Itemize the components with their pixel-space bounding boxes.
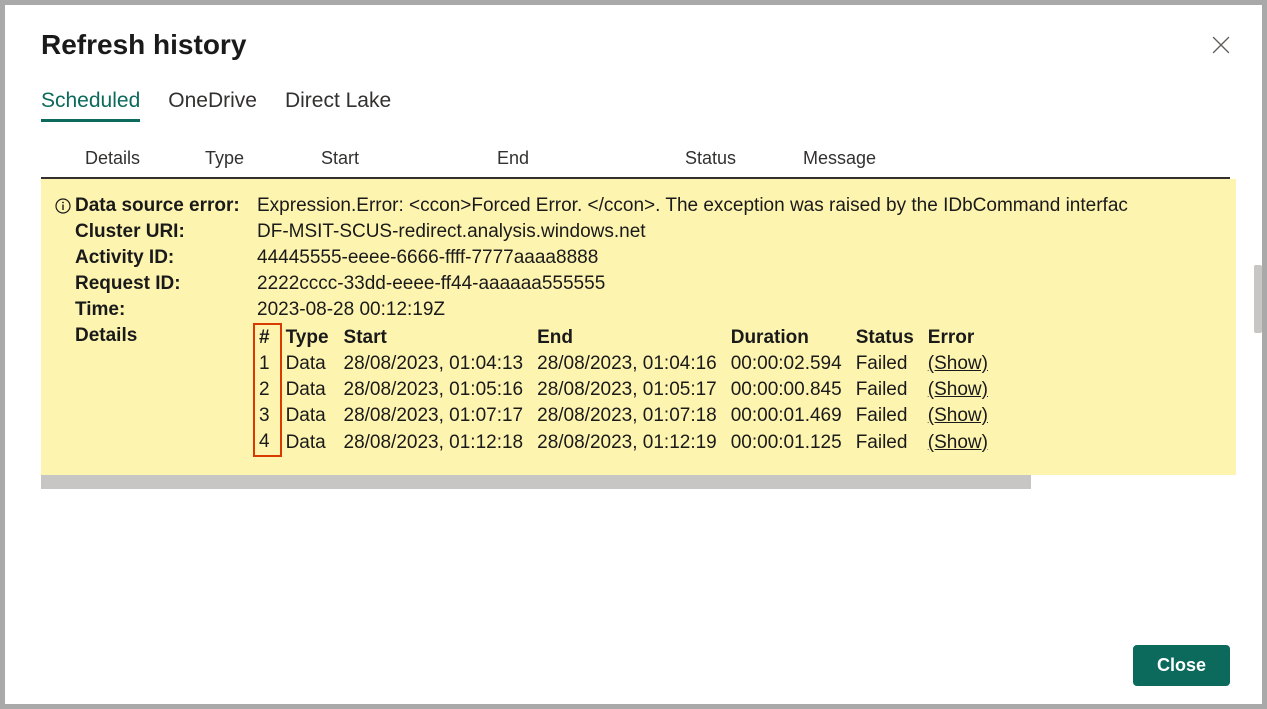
column-headers: Details Type Start End Status Message <box>41 122 1230 179</box>
tabs: Scheduled OneDrive Direct Lake <box>5 69 1262 122</box>
tab-onedrive[interactable]: OneDrive <box>168 89 257 122</box>
tab-directlake[interactable]: Direct Lake <box>285 89 391 122</box>
dialog-footer: Close <box>1133 645 1230 686</box>
cell-end: 28/08/2023, 01:07:18 <box>533 403 727 429</box>
cell-num: 4 <box>254 429 281 456</box>
value-data-source-error: Expression.Error: <ccon>Forced Error. </… <box>257 195 1236 217</box>
col-type: Type <box>205 148 321 169</box>
tab-scheduled[interactable]: Scheduled <box>41 89 140 122</box>
cell-type: Data <box>281 351 340 377</box>
label-data-source-error: Data source error: <box>75 195 257 217</box>
cell-duration: 00:00:01.469 <box>727 403 852 429</box>
cell-start: 28/08/2023, 01:05:16 <box>340 377 534 403</box>
label-activity-id: Activity ID: <box>75 247 257 269</box>
col-details: Details <box>85 148 205 169</box>
label-details: Details <box>75 325 257 347</box>
col-status: Status <box>685 148 803 169</box>
cell-start: 28/08/2023, 01:12:18 <box>340 429 534 456</box>
cell-end: 28/08/2023, 01:05:17 <box>533 377 727 403</box>
cell-type: Data <box>281 377 340 403</box>
info-icon <box>51 195 75 217</box>
cell-type: Data <box>281 403 340 429</box>
show-link[interactable]: (Show) <box>928 379 988 400</box>
table-row: 4 Data 28/08/2023, 01:12:18 28/08/2023, … <box>254 429 998 456</box>
th-type: Type <box>281 324 340 351</box>
th-start: Start <box>340 324 534 351</box>
cell-end: 28/08/2023, 01:12:19 <box>533 429 727 456</box>
cell-duration: 00:00:00.845 <box>727 377 852 403</box>
th-num: # <box>254 324 281 351</box>
th-duration: Duration <box>727 324 852 351</box>
cell-status: Failed <box>852 429 924 456</box>
col-message: Message <box>803 148 1230 169</box>
details-header-row: # Type Start End Duration Status Error <box>254 324 998 351</box>
show-link[interactable]: (Show) <box>928 405 988 426</box>
th-status: Status <box>852 324 924 351</box>
col-start: Start <box>321 148 497 169</box>
dialog-title: Refresh history <box>41 29 246 61</box>
cell-num: 3 <box>254 403 281 429</box>
cell-status: Failed <box>852 403 924 429</box>
table-row: 1 Data 28/08/2023, 01:04:13 28/08/2023, … <box>254 351 998 377</box>
dialog-header: Refresh history <box>5 29 1262 69</box>
label-time: Time: <box>75 299 257 321</box>
value-time: 2023-08-28 00:12:19Z <box>257 299 1236 321</box>
col-end: End <box>497 148 685 169</box>
th-end: End <box>533 324 727 351</box>
error-panel: Data source error: Expression.Error: <cc… <box>41 179 1236 475</box>
show-link[interactable]: (Show) <box>928 353 988 374</box>
th-error: Error <box>924 324 998 351</box>
close-button[interactable]: Close <box>1133 645 1230 686</box>
label-request-id: Request ID: <box>75 273 257 295</box>
cell-num: 1 <box>254 351 281 377</box>
table-row: 2 Data 28/08/2023, 01:05:16 28/08/2023, … <box>254 377 998 403</box>
cell-duration: 00:00:02.594 <box>727 351 852 377</box>
value-request-id: 2222cccc-33dd-eeee-ff44-aaaaaa555555 <box>257 273 1236 295</box>
cell-status: Failed <box>852 377 924 403</box>
show-link[interactable]: (Show) <box>928 432 988 453</box>
close-icon[interactable] <box>1212 36 1230 54</box>
value-activity-id: 44445555-eeee-6666-ffff-7777aaaa8888 <box>257 247 1236 269</box>
value-cluster-uri: DF-MSIT-SCUS-redirect.analysis.windows.n… <box>257 221 1236 243</box>
cell-start: 28/08/2023, 01:04:13 <box>340 351 534 377</box>
cell-status: Failed <box>852 351 924 377</box>
cell-type: Data <box>281 429 340 456</box>
cell-start: 28/08/2023, 01:07:17 <box>340 403 534 429</box>
table-row: 3 Data 28/08/2023, 01:07:17 28/08/2023, … <box>254 403 998 429</box>
scrollbar-vertical[interactable] <box>1254 265 1262 333</box>
cell-duration: 00:00:01.125 <box>727 429 852 456</box>
label-cluster-uri: Cluster URI: <box>75 221 257 243</box>
cell-end: 28/08/2023, 01:04:16 <box>533 351 727 377</box>
refresh-history-dialog: Refresh history Scheduled OneDrive Direc… <box>5 5 1262 704</box>
scrollbar-horizontal[interactable] <box>41 475 1031 489</box>
details-table: # Type Start End Duration Status Error 1… <box>253 323 999 457</box>
cell-num: 2 <box>254 377 281 403</box>
